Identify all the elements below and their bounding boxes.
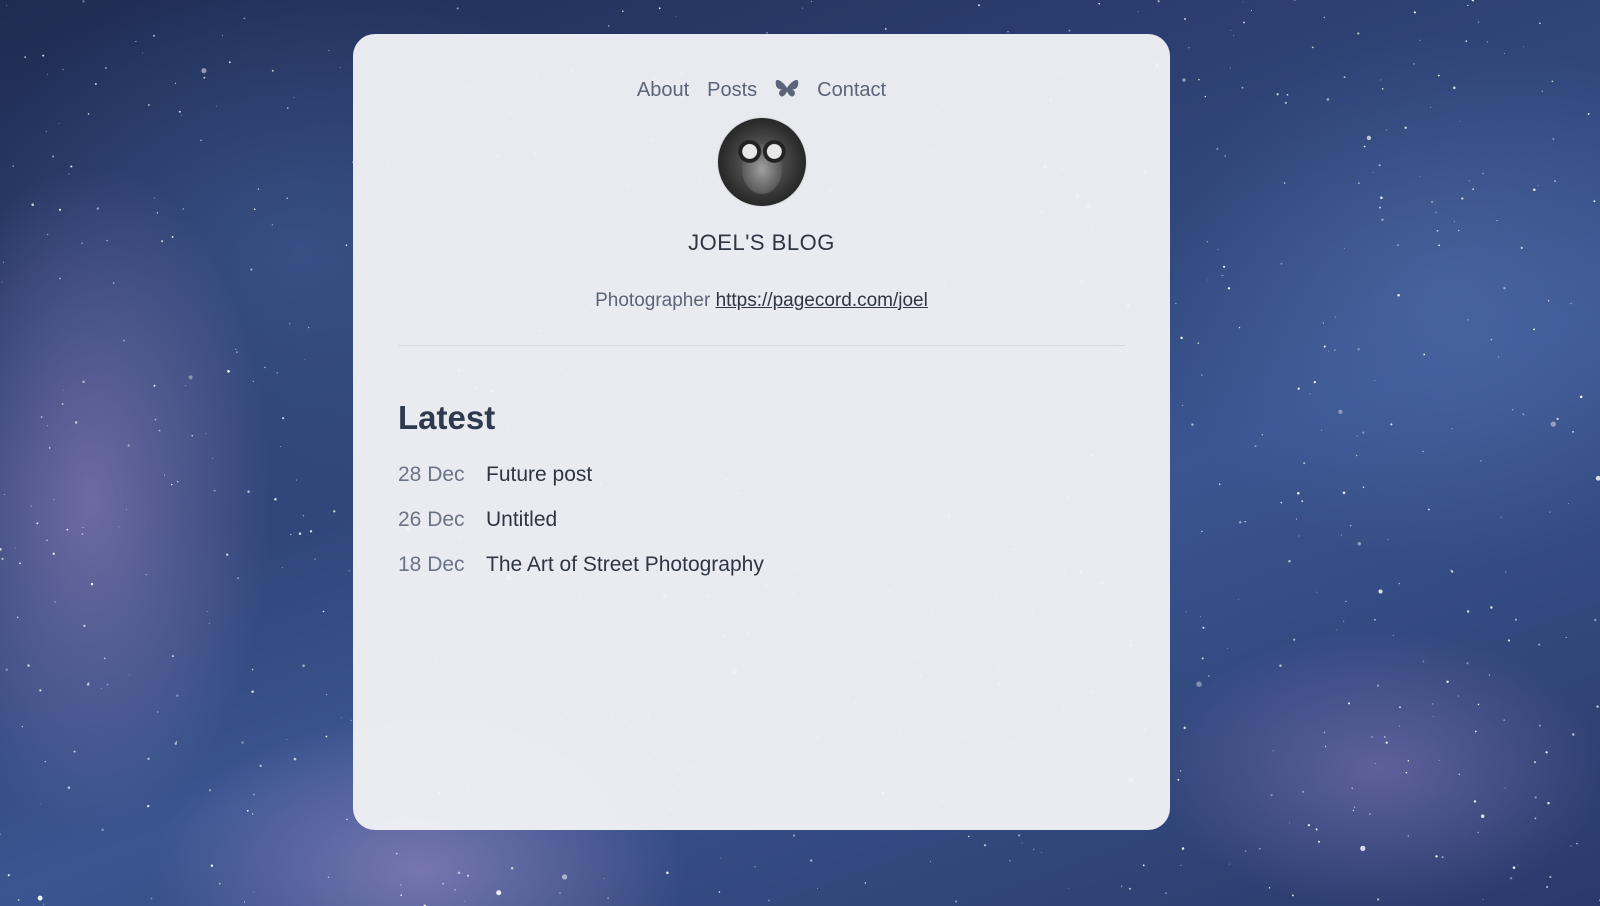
avatar — [717, 118, 806, 206]
content-card: About Posts Contact JOEL'S BLOG Photogra… — [353, 34, 1170, 830]
butterfly-icon[interactable] — [775, 79, 799, 101]
post-date: 28 Dec — [398, 463, 465, 486]
bio: Photographer https://pagecord.com/joel — [398, 290, 1125, 312]
post-row: 28 Dec Future post — [398, 463, 1125, 508]
latest-heading: Latest — [398, 399, 496, 436]
post-row: 26 Dec Untitled — [398, 508, 1125, 553]
post-date: 18 Dec — [398, 553, 465, 576]
post-list: 28 Dec Future post 26 Dec Untitled 18 De… — [398, 463, 1125, 598]
top-nav: About Posts Contact — [398, 76, 1125, 104]
bio-link[interactable]: https://pagecord.com/joel — [716, 290, 928, 311]
nav-contact-link[interactable]: Contact — [817, 79, 886, 102]
nav-about-link[interactable]: About — [637, 79, 689, 102]
site-title: JOEL'S BLOG — [688, 230, 835, 255]
divider — [398, 345, 1125, 346]
butterfly-icon-graphic — [775, 79, 799, 97]
nav-posts-link[interactable]: Posts — [707, 79, 757, 102]
post-title-link[interactable]: Untitled — [486, 508, 557, 532]
bio-text: Photographer — [595, 290, 711, 311]
post-row: 18 Dec The Art of Street Photography — [398, 553, 1125, 598]
post-title-link[interactable]: The Art of Street Photography — [486, 553, 764, 577]
post-date: 26 Dec — [398, 508, 465, 531]
post-title-link[interactable]: Future post — [486, 463, 592, 487]
